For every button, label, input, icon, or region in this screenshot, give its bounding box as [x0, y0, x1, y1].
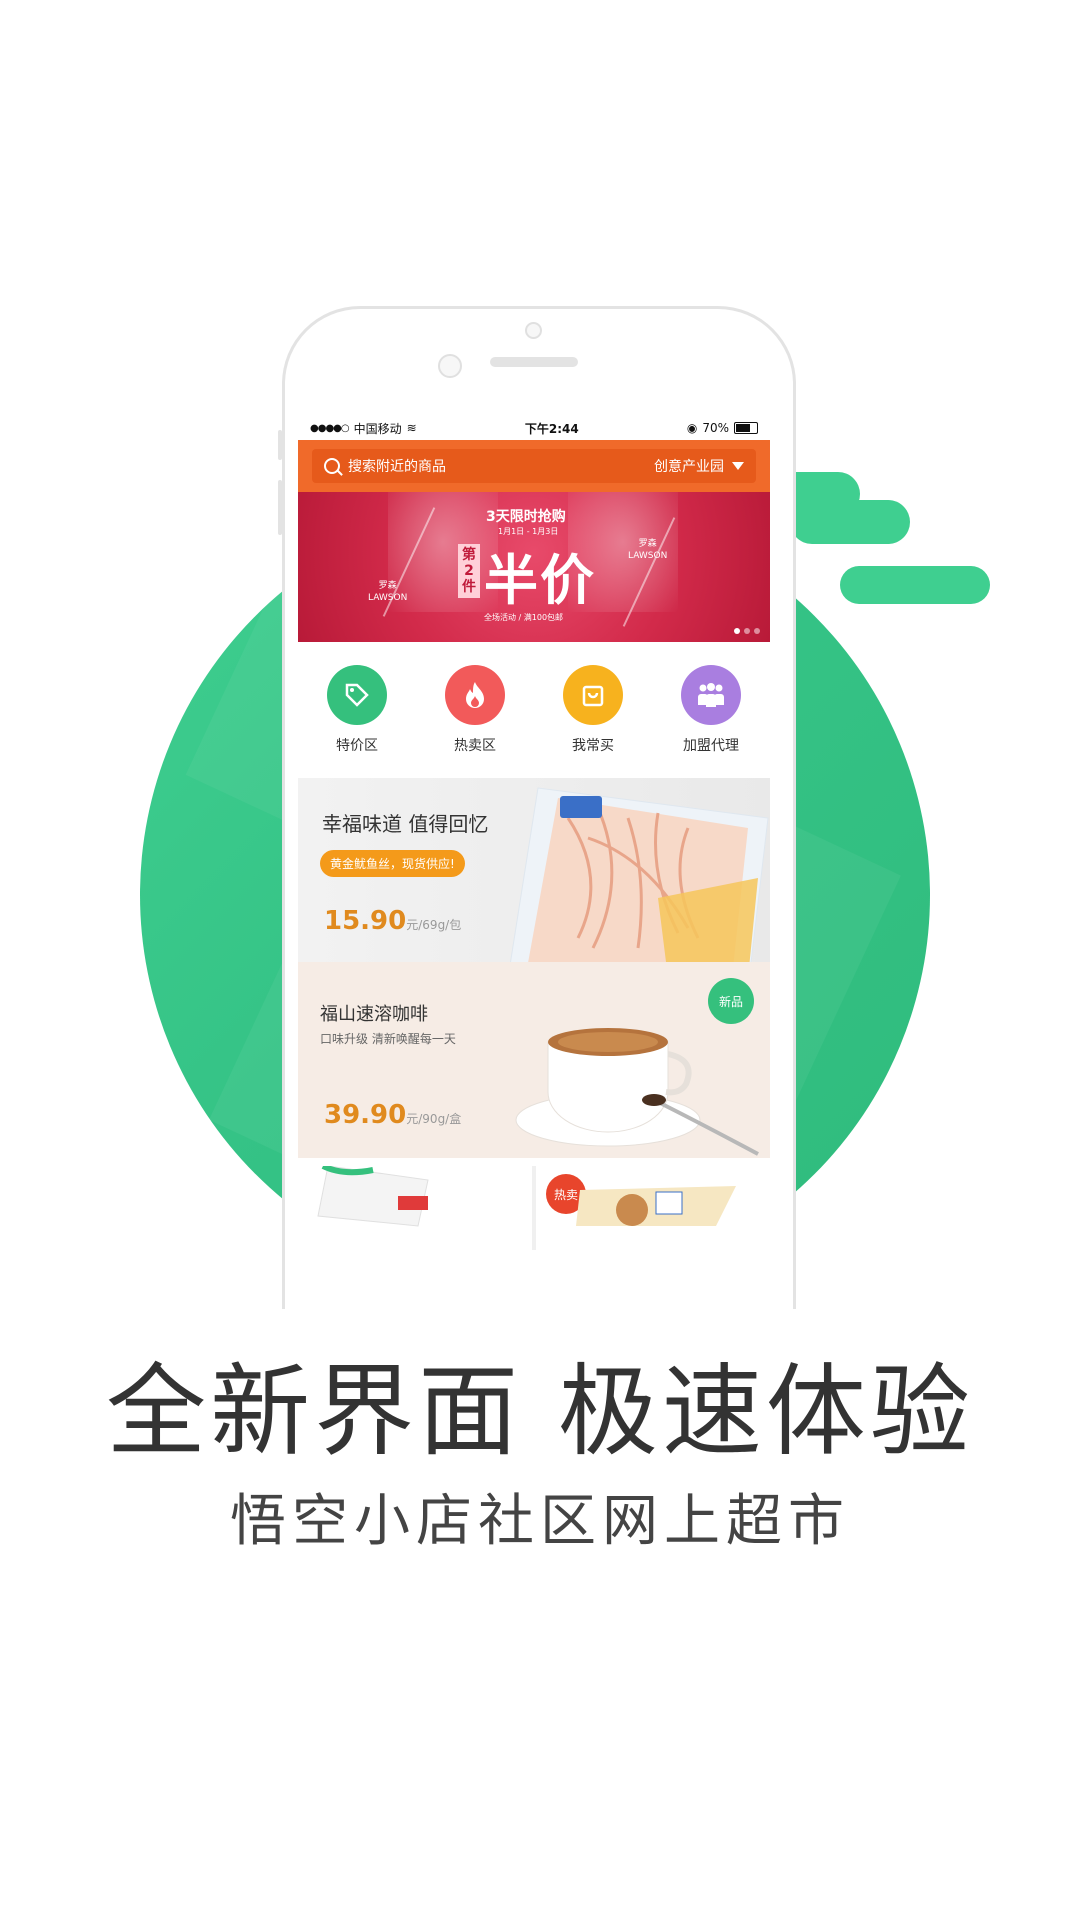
phone-speaker [490, 357, 578, 367]
search-icon [324, 458, 340, 474]
promo-title: 幸福味道 值得回忆 [322, 812, 489, 836]
lawson-logo-right: 罗森 LAWSON [628, 539, 668, 561]
cloud-decoration [790, 500, 910, 544]
tag-icon [327, 665, 387, 725]
phone-camera [438, 354, 462, 378]
caret-down-icon[interactable] [732, 462, 744, 470]
marketing-headline: 全新界面 极速体验 [106, 1353, 974, 1470]
nav-item-frequent[interactable]: 我常买 [543, 665, 643, 755]
nav-label: 特价区 [336, 738, 378, 754]
nav-item-franchise[interactable]: 加盟代理 [661, 665, 761, 755]
promo-price: 39.90元/90g/盒 [324, 1100, 462, 1130]
pagination-dot-active[interactable] [734, 628, 740, 634]
nav-label: 我常买 [572, 738, 614, 754]
squid-snack-image [510, 787, 769, 962]
product-tiles: 热卖 [298, 1166, 770, 1250]
promo-title: 福山速溶咖啡 [320, 1004, 428, 1025]
flame-icon [445, 665, 505, 725]
banner-tag: 第2件 [458, 544, 480, 598]
orientation-lock-icon: ◉ [686, 421, 698, 435]
signal-icon: ●●●●○ [310, 422, 350, 434]
battery-icon [733, 422, 758, 434]
cloud-decoration [840, 566, 990, 604]
promo-banner[interactable]: 3天限时抢购 1月1日 - 1月3日 第2件 半价 全场活动 / 满100包邮 … [298, 492, 770, 642]
search-input[interactable]: 搜索附近的商品 创意产业园 [312, 449, 756, 483]
promo-card-coffee[interactable]: 福山速溶咖啡 口味升级 清新唤醒每一天 39.90元/90g/盒 新品 [298, 962, 770, 1158]
product-image [576, 1186, 736, 1226]
banner-big-text: 半价 [484, 549, 596, 612]
carrier-label: 中国移动 [353, 421, 402, 436]
banner-pagination [734, 628, 760, 634]
pagination-dot[interactable] [754, 628, 760, 634]
banner-subtext: 全场活动 / 满100包邮 [484, 613, 564, 622]
nav-item-hot-sale[interactable]: 热卖区 [425, 665, 525, 755]
search-placeholder: 搜索附近的商品 [348, 459, 446, 475]
phone-side-button [278, 430, 282, 460]
location-selector[interactable]: 创意产业园 [654, 456, 724, 476]
battery-label: 70% [702, 421, 729, 435]
phone-side-button [278, 480, 282, 535]
nav-label: 加盟代理 [683, 738, 739, 754]
phone-sensor [525, 322, 542, 339]
quick-nav: 特价区 热卖区 我常买 加盟代理 [298, 642, 770, 778]
people-icon [681, 665, 741, 725]
promo-subtitle: 口味升级 清新唤醒每一天 [320, 1032, 456, 1046]
marketing-subheadline: 悟空小店社区网上超市 [230, 1489, 850, 1554]
bag-icon [563, 665, 623, 725]
product-image [317, 1166, 429, 1227]
status-bar: ●●●●○ 中国移动 ≋ 下午2:44 ◉ 70% [298, 416, 770, 440]
promo-pill: 黄金鱿鱼丝，现货供应! [320, 850, 465, 877]
status-time: 下午2:44 [524, 421, 579, 436]
coffee-cup-image [515, 1028, 759, 1156]
pagination-dot[interactable] [744, 628, 750, 634]
banner-headline: 3天限时抢购 [486, 509, 566, 525]
product-tile[interactable] [298, 1166, 532, 1250]
nav-label: 热卖区 [454, 738, 496, 754]
nav-item-special-price[interactable]: 特价区 [307, 665, 407, 755]
wifi-icon: ≋ [406, 421, 417, 435]
search-header: 搜索附近的商品 创意产业园 [298, 440, 770, 492]
lawson-logo-left: 罗森 LAWSON [368, 581, 408, 603]
promo-card-squid[interactable]: 幸福味道 值得回忆 黄金鱿鱼丝，现货供应! 15.90元/69g/包 [298, 778, 770, 962]
app-screen: ●●●●○ 中国移动 ≋ 下午2:44 ◉ 70% 搜索附近的商品 创意产业园 … [298, 416, 770, 1166]
promo-price: 15.90元/69g/包 [324, 906, 462, 936]
product-tile[interactable]: 热卖 [532, 1166, 770, 1250]
